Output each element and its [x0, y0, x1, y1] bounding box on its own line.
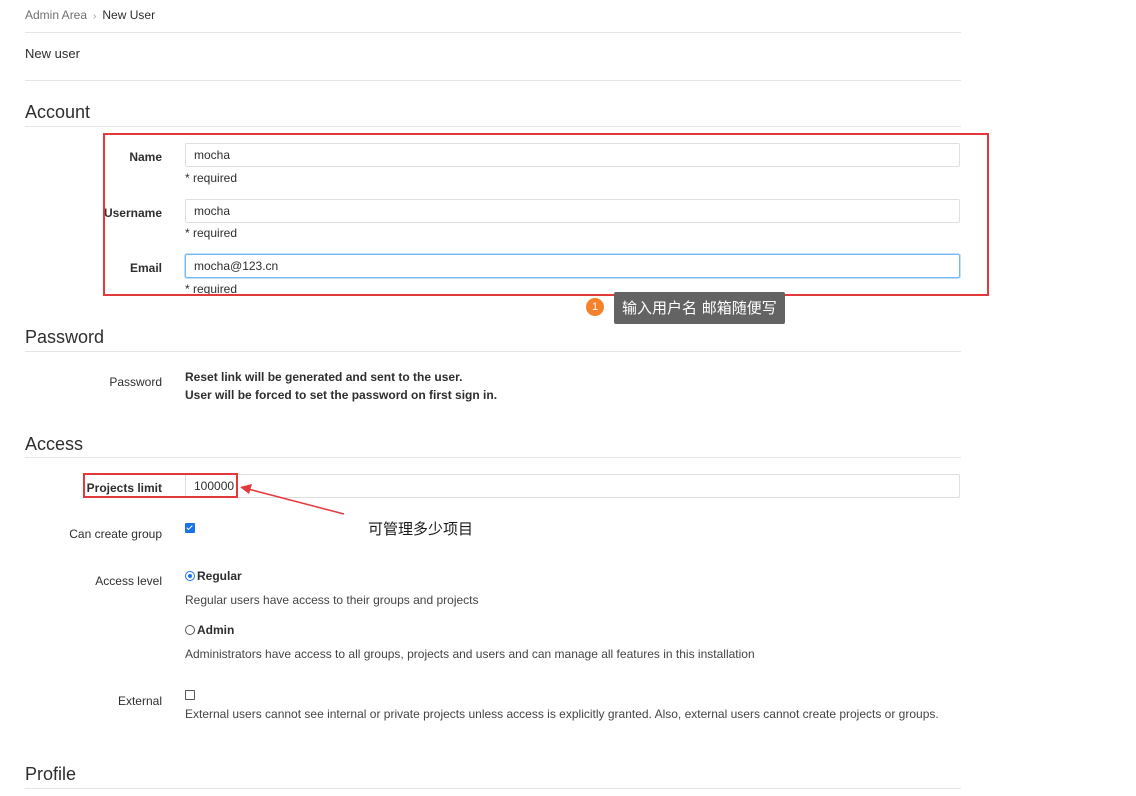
projects-limit-note: 可管理多少项目: [368, 520, 474, 538]
breadcrumb-root-link[interactable]: Admin Area: [25, 8, 87, 22]
access-level-admin-radio[interactable]: [185, 625, 195, 635]
divider: [25, 351, 961, 352]
external-checkbox[interactable]: [185, 690, 195, 700]
divider: [25, 126, 961, 127]
access-level-admin-help: Administrators have access to all groups…: [185, 647, 755, 661]
password-info-line-1: Reset link will be generated and sent to…: [185, 370, 463, 384]
annotation-bubble: 输入用户名 邮箱随便写: [614, 292, 785, 324]
section-title-access: Access: [25, 434, 84, 454]
divider: [25, 788, 961, 789]
section-title-profile: Profile: [25, 764, 77, 784]
access-level-regular-radio[interactable]: [185, 571, 195, 581]
annotation-box-projects-limit: [83, 473, 238, 498]
can-create-group-checkbox[interactable]: [185, 523, 195, 533]
access-level-regular-label[interactable]: Regular: [197, 569, 242, 583]
section-title-account: Account: [25, 102, 91, 122]
external-label: External: [117, 694, 162, 708]
access-level-label: Access level: [95, 574, 162, 588]
section-title-password: Password: [25, 327, 105, 347]
breadcrumb-current: New User: [102, 8, 156, 22]
annotation-box-account: [103, 133, 989, 296]
password-info-line-2: User will be forced to set the password …: [185, 388, 498, 402]
divider: [25, 457, 961, 458]
access-level-admin-label[interactable]: Admin: [197, 623, 234, 637]
breadcrumb: Admin Area › New User: [25, 8, 155, 22]
page-title: New user: [25, 46, 80, 61]
chevron-right-icon: ›: [93, 11, 97, 22]
divider: [25, 80, 961, 81]
annotation-badge: 1: [586, 298, 604, 316]
divider: [25, 32, 961, 33]
annotation-arrow-icon: [240, 484, 345, 515]
password-label: Password: [109, 375, 162, 389]
external-help: External users cannot see internal or pr…: [185, 707, 939, 721]
can-create-group-label: Can create group: [69, 527, 162, 541]
access-level-regular-help: Regular users have access to their group…: [185, 593, 479, 607]
